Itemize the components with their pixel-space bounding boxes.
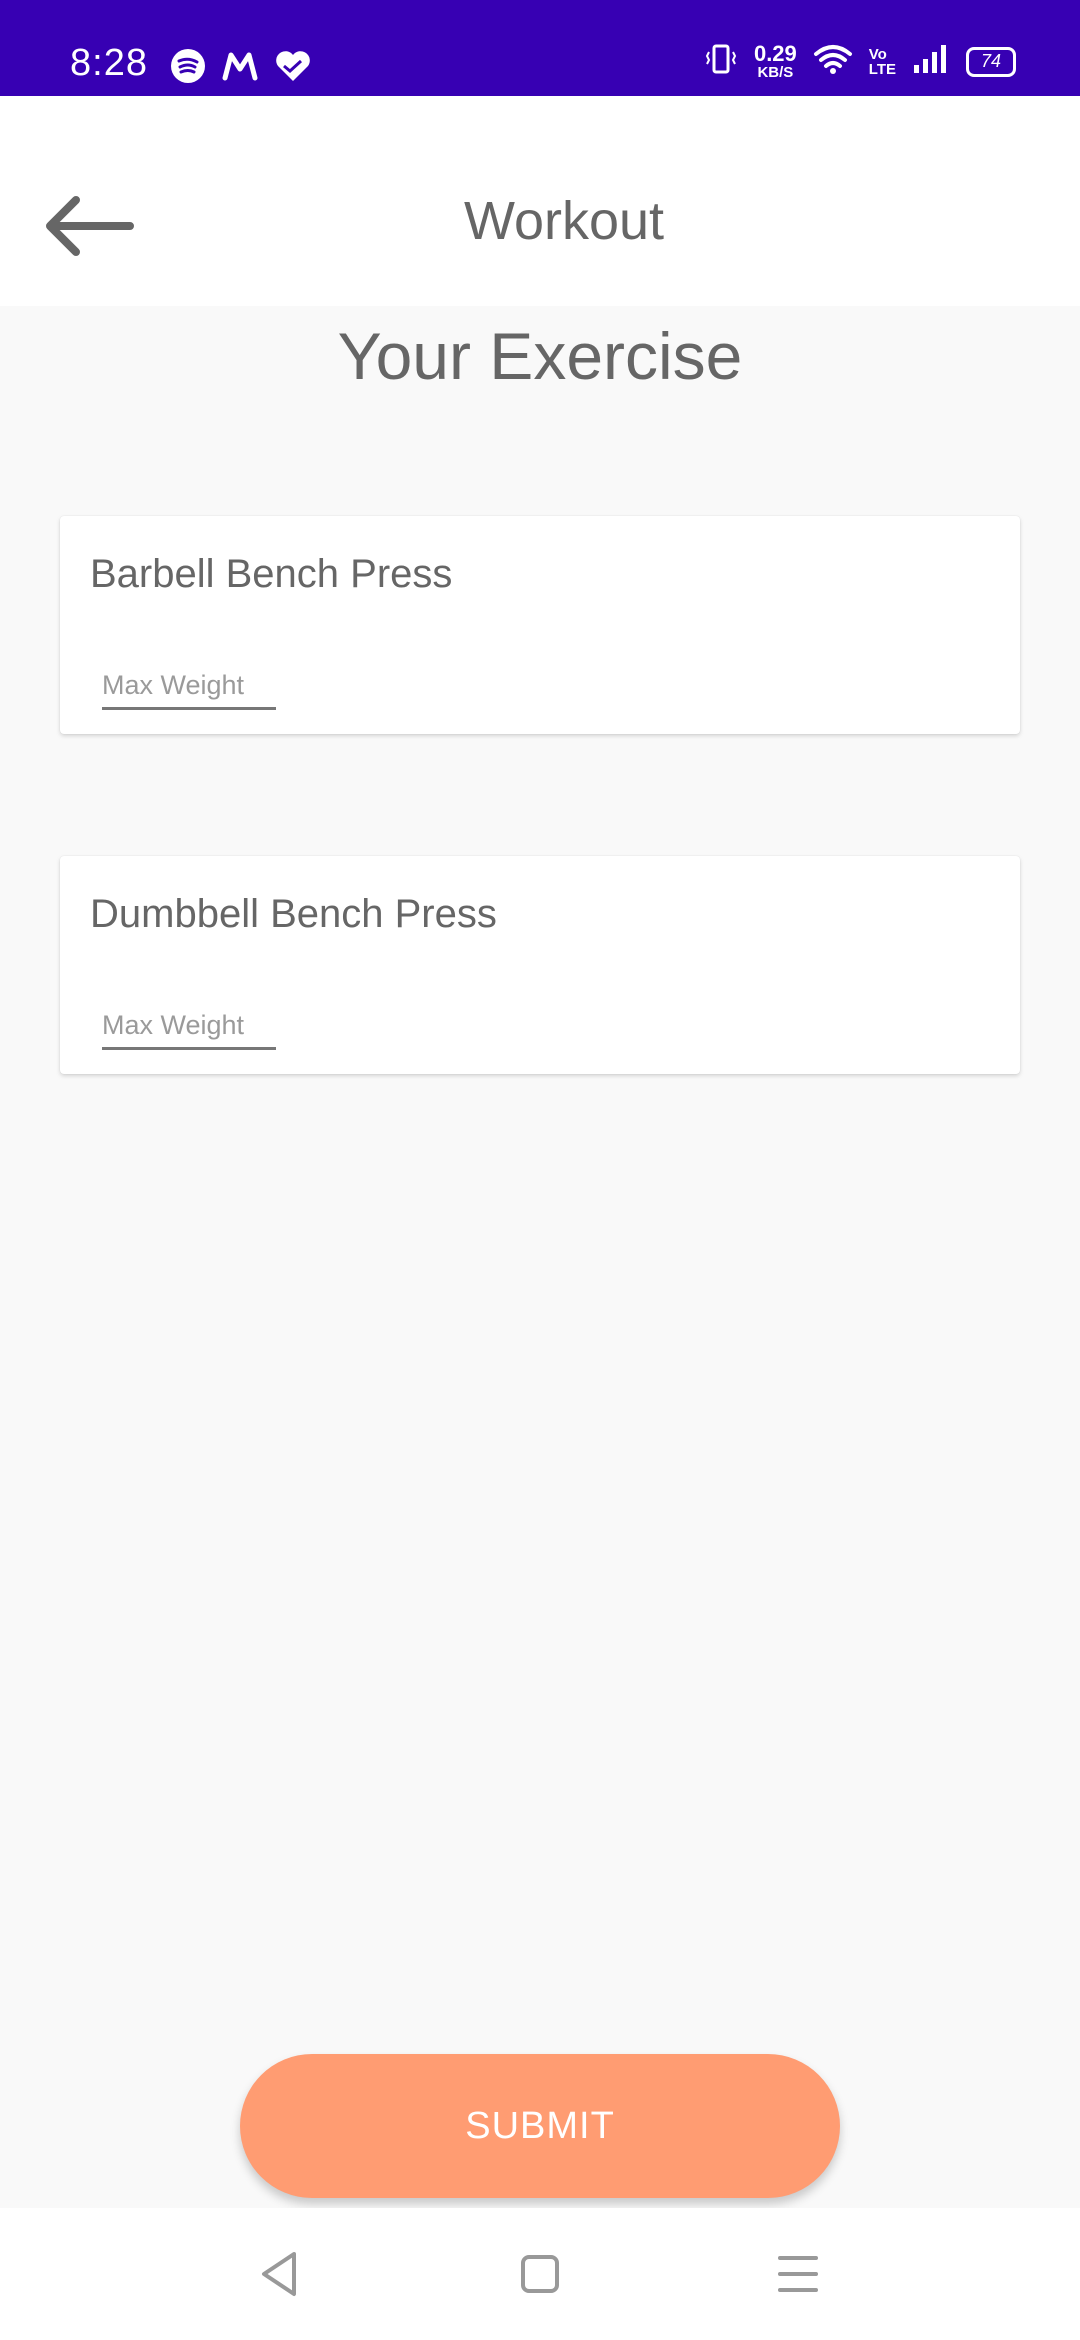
status-bar: 8:28 0.29 KB/S Vo LTE 74 [0,0,1080,96]
exercise-name: Dumbbell Bench Press [90,892,497,936]
status-time: 8:28 [70,42,148,84]
volte-indicator: Vo LTE [869,47,896,77]
system-nav-bar [0,2208,1080,2340]
vibrate-icon [704,42,738,81]
max-weight-input[interactable] [102,1004,276,1050]
network-speed: 0.29 KB/S [753,41,797,81]
section-title: Your Exercise [337,319,743,393]
status-indicators: 0.29 KB/S Vo LTE 74 [704,42,1016,81]
max-weight-input[interactable] [102,664,276,710]
wifi-icon [813,43,853,80]
network-speed-value: 0.29 [753,41,797,66]
network-speed-unit: KB/S [757,64,794,81]
volte-bottom: LTE [868,60,896,78]
app-bar: Workout [0,96,1080,306]
menu-lines-icon [778,2256,818,2292]
volte-top: Vo [868,45,887,63]
page-title: Workout [463,191,665,251]
exercise-name: Barbell Bench Press [90,552,453,596]
nav-home-button[interactable] [508,2242,572,2306]
spotify-icon [170,48,206,89]
submit-button[interactable]: SUBMIT [240,2054,840,2198]
signal-icon [912,43,950,80]
battery-icon: 74 [966,46,1016,77]
status-app-icons [170,48,312,89]
back-triangle-icon [262,2252,296,2296]
home-square-icon [521,2255,559,2293]
nav-recents-button[interactable] [766,2242,830,2306]
exercise-card: Dumbbell Bench Press [60,856,1020,1074]
myntra-icon [222,51,258,86]
exercise-card: Barbell Bench Press [60,516,1020,734]
nav-back-button[interactable] [250,2242,314,2306]
health-heart-icon [274,49,312,88]
